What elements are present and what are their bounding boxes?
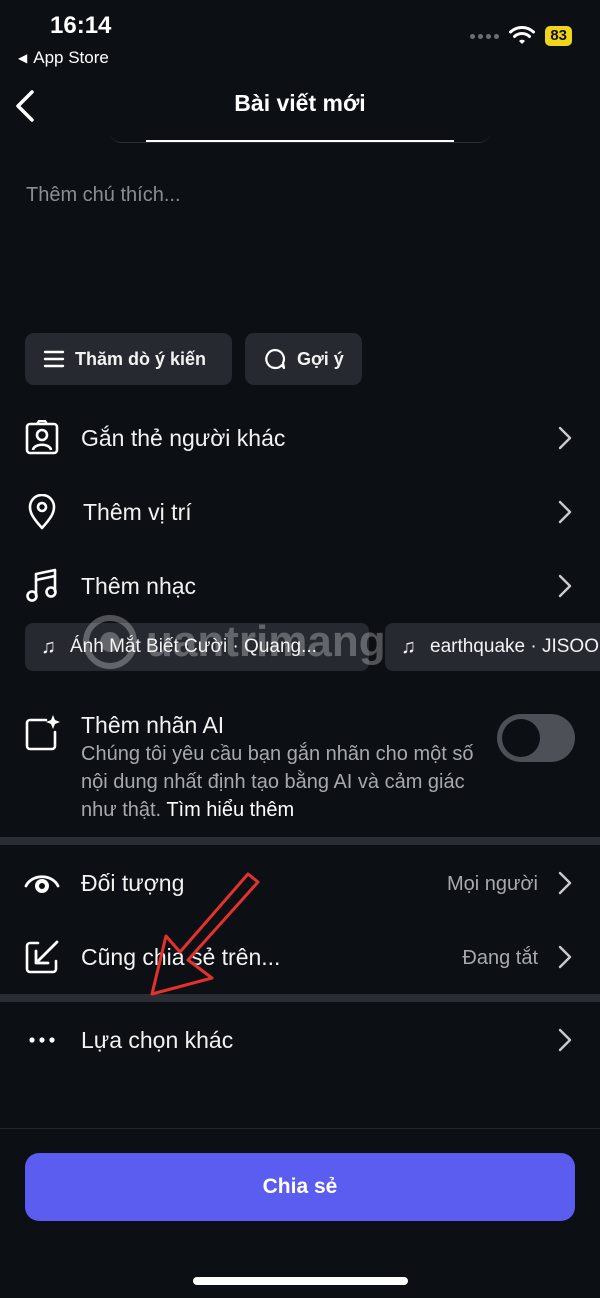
suggestion-chip[interactable]: Gợi ý <box>245 333 362 385</box>
music-label: Thêm nhạc <box>81 573 197 599</box>
section-divider <box>0 994 600 1002</box>
tag-people-label: Gắn thẻ người khác <box>81 425 286 451</box>
section-divider <box>0 837 600 845</box>
location-row[interactable]: Thêm vị trí <box>0 486 600 538</box>
share-also-row[interactable]: Cũng chia sẻ trên... Đang tắt <box>0 931 600 983</box>
tag-people-row[interactable]: Gắn thẻ người khác <box>0 412 600 464</box>
share-button[interactable]: Chia sẻ <box>25 1153 575 1221</box>
more-dots-icon <box>24 1022 60 1058</box>
ai-label-description: Chúng tôi yêu cầu bạn gắn nhãn cho một s… <box>81 740 501 824</box>
ai-label-toggle[interactable] <box>497 714 575 762</box>
home-indicator <box>193 1277 408 1285</box>
share-also-value: Đang tắt <box>462 947 538 969</box>
learn-more-link[interactable]: Tìm hiểu thêm <box>166 799 294 821</box>
back-to-app-store[interactable]: ◀ App Store <box>18 48 109 68</box>
chevron-right-icon <box>558 500 572 524</box>
page-title: Bài viết mới <box>234 90 366 116</box>
suggestion-chip-label: Gợi ý <box>297 348 344 369</box>
more-options-label: Lựa chọn khác <box>81 1027 234 1053</box>
music-suggestion-title: earthquake · JISOO <box>430 636 599 657</box>
location-pin-icon <box>24 494 60 530</box>
music-note-icon: ♫ <box>41 635 56 658</box>
audience-label: Đối tượng <box>81 870 185 896</box>
ai-sparkle-icon <box>24 715 60 751</box>
music-suggestion-chip[interactable]: ♫ earthquake · JISOO <box>385 623 600 671</box>
music-suggestion-title: Ánh Mắt Biết Cười · Quang... <box>70 636 317 657</box>
poll-chip-label: Thăm dò ý kiến <box>75 348 207 369</box>
chat-bubble-icon <box>265 348 286 370</box>
back-triangle-icon: ◀ <box>18 51 28 65</box>
share-out-icon <box>24 939 60 975</box>
eye-icon <box>24 865 60 901</box>
location-label: Thêm vị trí <box>83 499 192 525</box>
chevron-right-icon <box>558 945 572 969</box>
ai-label-title: Thêm nhãn AI <box>81 712 225 738</box>
more-options-row[interactable]: Lựa chọn khác <box>0 1014 600 1066</box>
music-row[interactable]: Thêm nhạc <box>0 560 600 612</box>
chevron-right-icon <box>558 871 572 895</box>
chevron-right-icon <box>558 574 572 598</box>
toggle-knob <box>502 719 540 757</box>
tag-person-icon <box>24 420 60 456</box>
chevron-right-icon <box>558 1028 572 1052</box>
audience-value: Mọi người <box>447 873 538 895</box>
chevron-right-icon <box>558 426 572 450</box>
signal-icon <box>470 33 500 39</box>
tab-indicator <box>146 140 454 142</box>
music-note-icon <box>24 568 60 604</box>
bottom-divider <box>0 1128 600 1129</box>
poll-chip[interactable]: Thăm dò ý kiến <box>25 333 232 385</box>
status-time: 16:14 <box>50 12 112 39</box>
share-also-label: Cũng chia sẻ trên... <box>81 944 281 970</box>
wifi-icon <box>509 26 536 44</box>
battery-icon: 83 <box>545 26 572 46</box>
caption-input[interactable] <box>26 184 576 304</box>
status-indicators: 83 <box>470 26 572 46</box>
music-suggestion-chip[interactable]: ♫ Ánh Mắt Biết Cười · Quang... <box>25 623 369 671</box>
back-app-label: App Store <box>33 48 109 67</box>
music-note-icon: ♫ <box>401 635 416 658</box>
audience-row[interactable]: Đối tượng Mọi người <box>0 857 600 909</box>
list-icon <box>43 350 65 368</box>
